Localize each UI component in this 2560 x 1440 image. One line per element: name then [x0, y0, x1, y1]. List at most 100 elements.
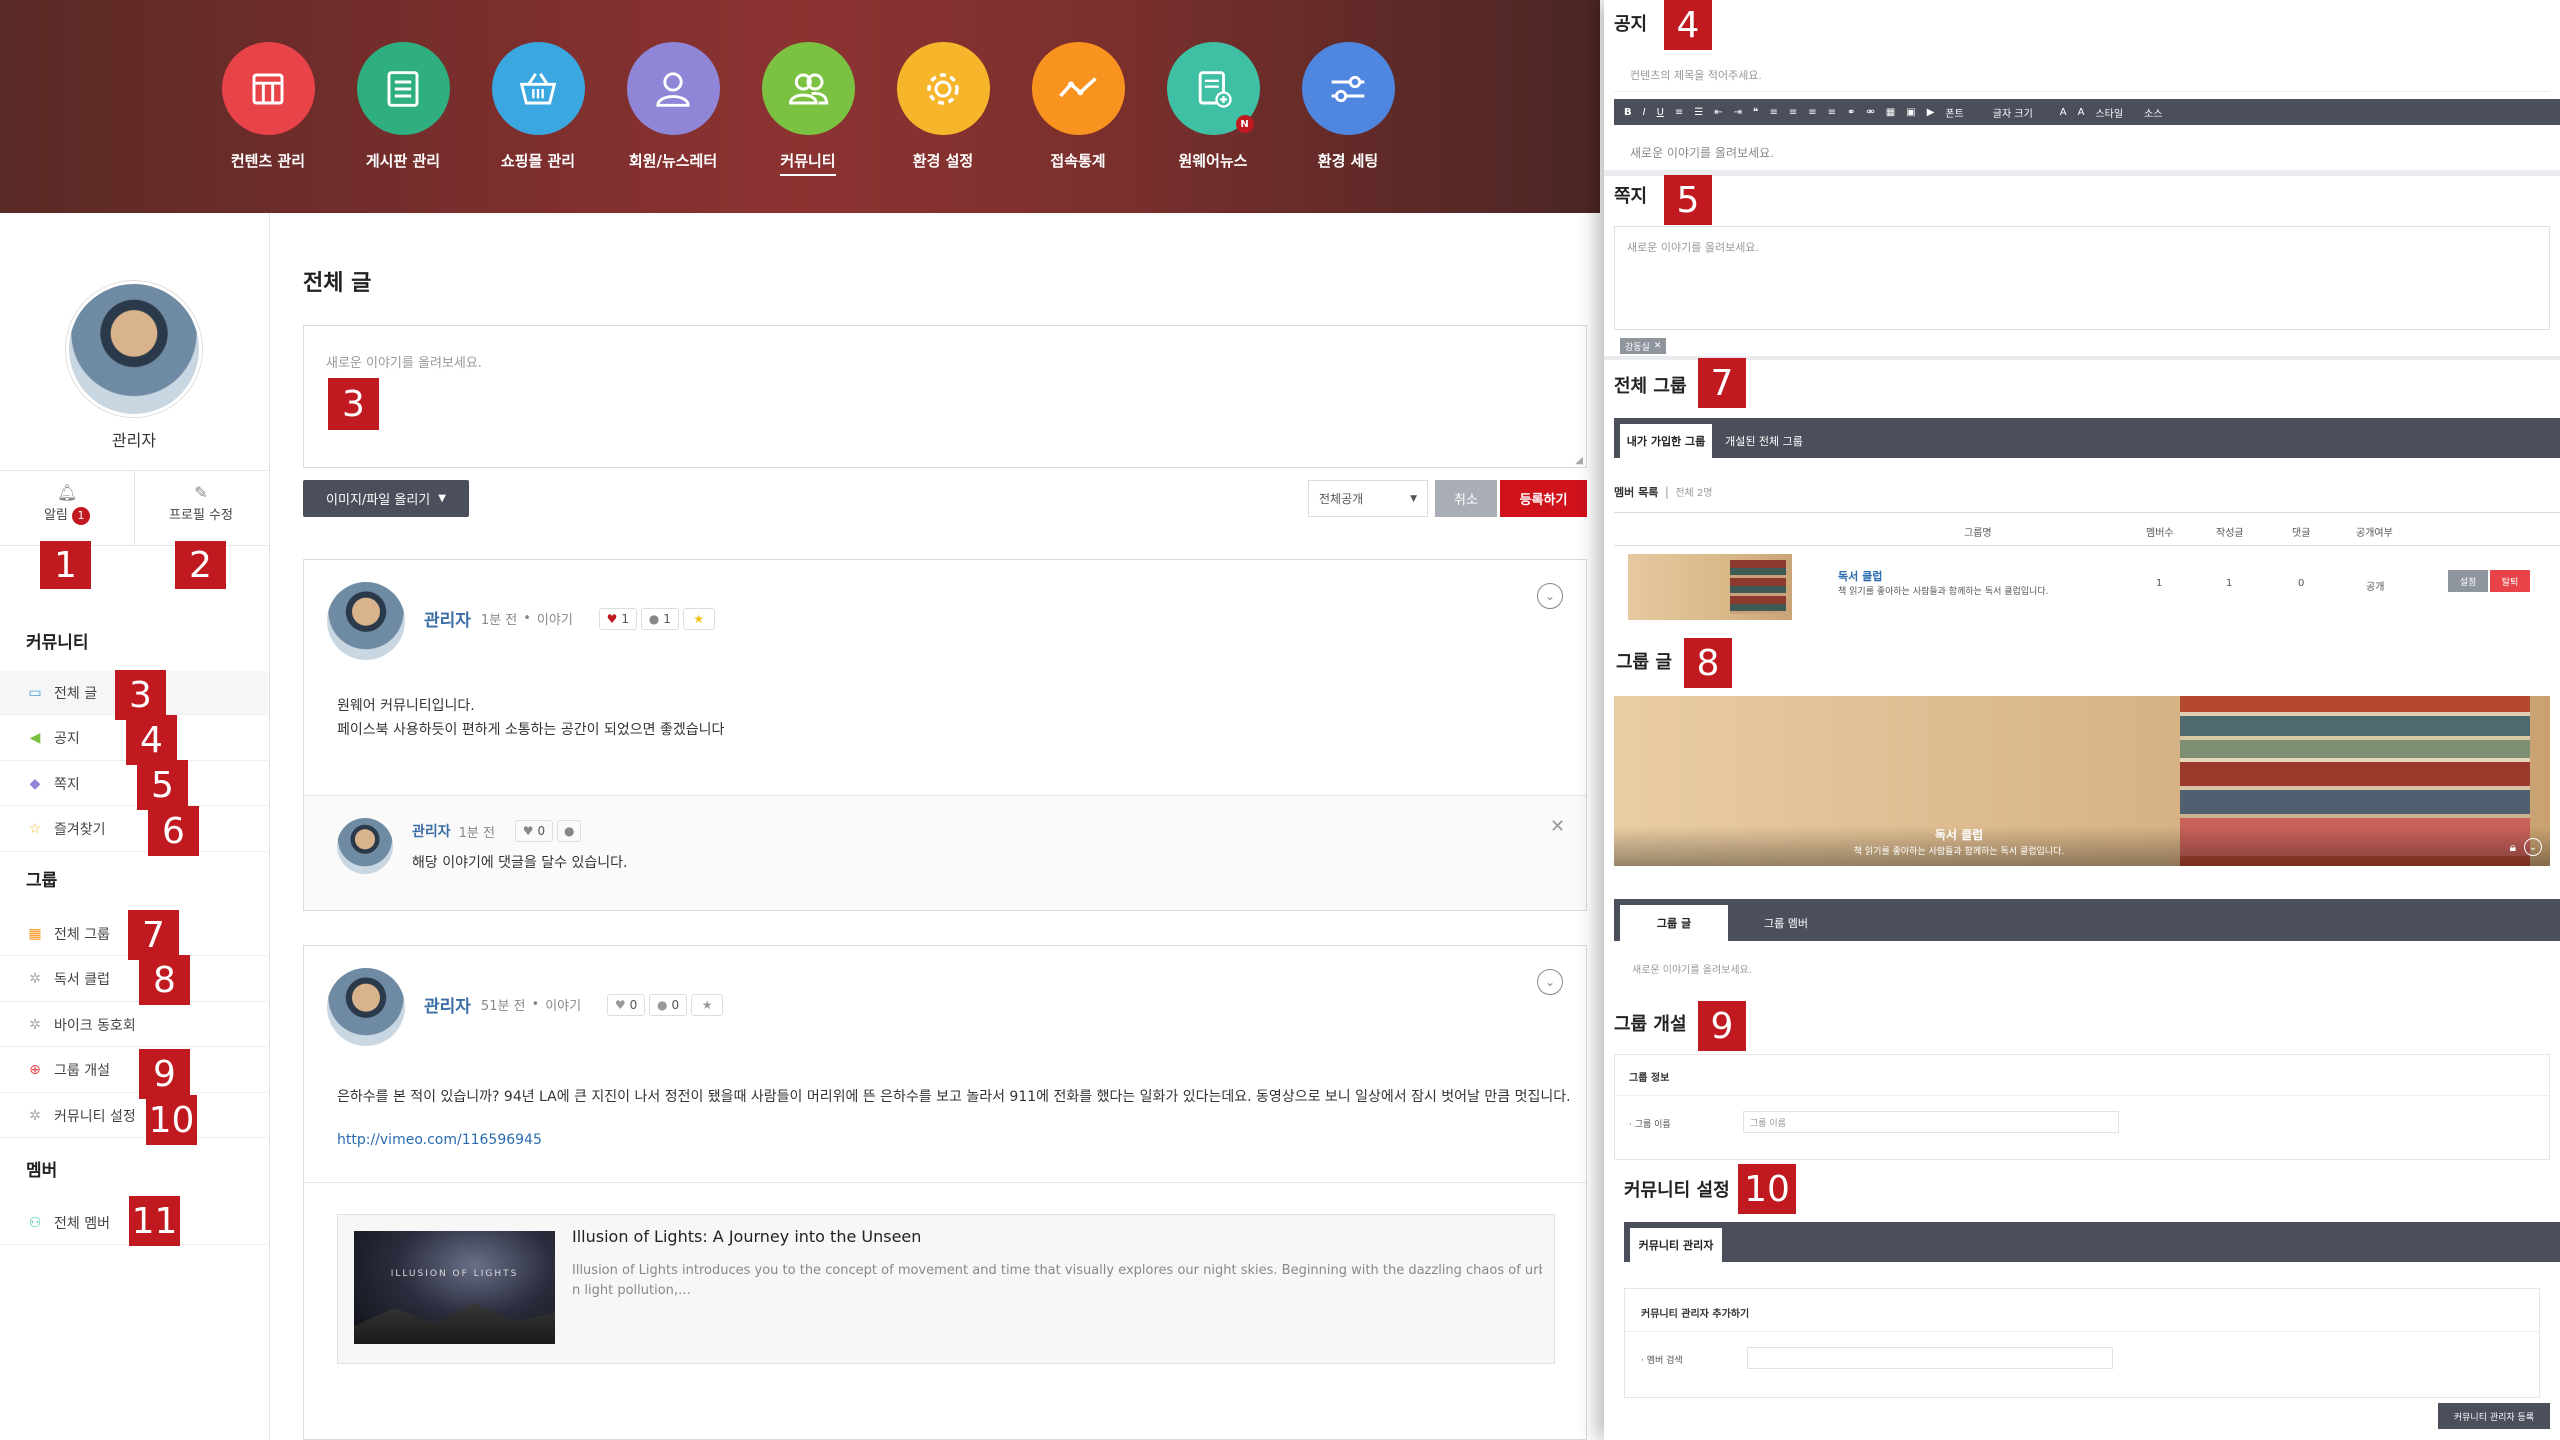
- sidebar-item-label: 공지: [54, 731, 80, 747]
- tab-all-groups[interactable]: 개설된 전체 그룹: [1714, 424, 1814, 458]
- table-icon[interactable]: ▦: [1886, 107, 1895, 118]
- col-members: 멤버수: [2146, 528, 2174, 539]
- compose-box[interactable]: 새로운 이야기를 올려보세요. ◢: [303, 325, 1587, 468]
- author-avatar[interactable]: [327, 582, 405, 660]
- justify-icon[interactable]: ≡: [1828, 107, 1836, 118]
- bullet-list-icon[interactable]: ☰: [1694, 107, 1703, 118]
- group-name-link[interactable]: 독서 클럽: [1838, 568, 1882, 584]
- member-search-input[interactable]: [1747, 1347, 2113, 1369]
- tab-group-members[interactable]: 그룹 멤버: [1732, 905, 1840, 941]
- bold-icon[interactable]: B: [1624, 107, 1632, 118]
- like-button[interactable]: ♥ 0: [607, 993, 646, 1016]
- sidebar-item[interactable]: ◆ 쪽지: [0, 762, 268, 806]
- reply-comment-button[interactable]: ●: [556, 820, 582, 842]
- message-textarea[interactable]: 새로운 이야기를 올려보세요.: [1614, 226, 2550, 330]
- edit-profile-button[interactable]: ✎ 프로필 수정: [134, 483, 268, 543]
- tab-community-admin[interactable]: 커뮤니티 관리자: [1630, 1228, 1722, 1262]
- sidebar-item[interactable]: ⊕ 그룹 개설: [0, 1049, 268, 1093]
- align-left-icon[interactable]: ≡: [1769, 107, 1777, 118]
- sidebar-item[interactable]: ✲ 바이크 동호회: [0, 1003, 268, 1047]
- tab-group-posts[interactable]: 그룹 글: [1620, 905, 1728, 941]
- image-icon[interactable]: ▣: [1906, 107, 1915, 118]
- group-name-input[interactable]: 그룹 이름: [1743, 1111, 2119, 1133]
- topnav-item[interactable]: 커뮤니티: [748, 42, 868, 176]
- gear-small-icon: ✲: [29, 971, 41, 987]
- topnav-item[interactable]: 게시판 관리: [343, 42, 463, 171]
- topnav-item[interactable]: 컨텐츠 관리: [208, 42, 328, 171]
- align-center-icon[interactable]: ≡: [1789, 107, 1797, 118]
- list-count: 전체 2명: [1675, 488, 1713, 499]
- visibility-select[interactable]: 전체공개 ▼: [1308, 480, 1428, 517]
- outdent-icon[interactable]: ⇤: [1714, 107, 1722, 118]
- speech-icon: ▭: [28, 684, 42, 701]
- topnav-item[interactable]: 환경 세팅: [1288, 42, 1408, 171]
- lock-icon[interactable]: 🔒︎: [2510, 840, 2516, 855]
- toolbar-style[interactable]: 스타일: [2095, 105, 2123, 120]
- reply-author[interactable]: 관리자: [412, 821, 451, 841]
- close-icon[interactable]: ✕: [1654, 341, 1662, 351]
- unlink-icon[interactable]: ⚮: [1866, 107, 1874, 118]
- topnav-item[interactable]: 쇼핑몰 관리: [478, 42, 598, 171]
- bookmark-button[interactable]: ★: [691, 993, 724, 1016]
- text-color-icon[interactable]: A: [2060, 107, 2067, 118]
- toolbar-source[interactable]: 소스: [2144, 105, 2162, 120]
- sidebar-item[interactable]: ☆ 즐겨찾기: [0, 808, 268, 852]
- recipient-tag-label: 강동실: [1625, 342, 1650, 353]
- post-link[interactable]: http://vimeo.com/116596945: [337, 1132, 542, 1148]
- close-icon[interactable]: ✕: [1550, 816, 1565, 837]
- group-banner: 독서 클럽 책 읽기를 좋아하는 사람들과 함께하는 독서 클럽입니다. 🔒︎ …: [1614, 696, 2550, 866]
- link-embed[interactable]: ILLUSION OF LIGHTS Illusion of Lights: A…: [337, 1214, 1555, 1364]
- group-settings-button[interactable]: 설정: [2448, 570, 2488, 592]
- col-posts: 작성글: [2216, 528, 2244, 539]
- reply-like-button[interactable]: ♥ 0: [514, 820, 553, 842]
- submit-button[interactable]: 등록하기: [1500, 480, 1587, 517]
- topnav-item[interactable]: 환경 설정: [883, 42, 1003, 171]
- topnav-label: 원웨어뉴스: [1178, 152, 1248, 170]
- bookmark-button[interactable]: ★: [682, 607, 715, 630]
- sidebar-item-label: 커뮤니티 설정: [54, 1108, 136, 1125]
- post-options-icon[interactable]: ⌄: [1537, 583, 1563, 609]
- align-right-icon[interactable]: ≡: [1808, 107, 1816, 118]
- profile-avatar[interactable]: [66, 281, 202, 417]
- bg-color-icon[interactable]: A: [2078, 107, 2085, 118]
- ordered-list-icon[interactable]: ≡: [1675, 107, 1683, 118]
- topnav-item[interactable]: N 원웨어뉴스: [1153, 42, 1273, 171]
- video-icon[interactable]: ▶: [1927, 107, 1935, 118]
- quote-icon[interactable]: ❝: [1753, 107, 1758, 118]
- notice-body-placeholder[interactable]: 새로운 이야기를 올려보세요.: [1630, 144, 1774, 161]
- sidebar-item[interactable]: ✲ 커뮤니티 설정: [0, 1094, 268, 1138]
- tab-my-groups[interactable]: 내가 가입한 그룹: [1620, 424, 1712, 458]
- register-admin-button[interactable]: 커뮤니티 관리자 등록: [2438, 1403, 2550, 1429]
- comment-button[interactable]: ● 1: [640, 607, 679, 630]
- post-time: 51분 전: [480, 999, 526, 1014]
- underline-icon[interactable]: U: [1657, 107, 1664, 118]
- link-icon[interactable]: ⚭: [1847, 107, 1855, 118]
- sidebar-item[interactable]: ✲ 독서 클럽: [0, 958, 268, 1002]
- italic-icon[interactable]: I: [1643, 107, 1646, 118]
- toolbar-size[interactable]: 글자 크기: [1993, 105, 2033, 120]
- upload-button[interactable]: 이미지/파일 올리기 ▼: [303, 480, 469, 517]
- indent-icon[interactable]: ⇥: [1734, 107, 1742, 118]
- author-name[interactable]: 관리자: [424, 606, 471, 631]
- list-label: 멤버 목록: [1614, 486, 1659, 499]
- group-leave-button[interactable]: 탈퇴: [2490, 570, 2530, 592]
- post-options-icon[interactable]: ⌄: [1537, 969, 1563, 995]
- group-posts-card: 그룹 글 독서 클럽 책 읽기를 좋아하는 사람들과 함께하는 독서 클럽입니다…: [1604, 638, 2560, 996]
- reply-avatar[interactable]: [337, 818, 393, 874]
- topnav-item[interactable]: 접속통계: [1018, 42, 1138, 171]
- group-compose-placeholder[interactable]: 새로운 이야기를 올려보세요.: [1632, 961, 1752, 976]
- author-avatar[interactable]: [327, 968, 405, 1046]
- like-button[interactable]: ♥ 1: [598, 607, 637, 630]
- comment-button[interactable]: ● 0: [649, 993, 688, 1016]
- notice-title-input[interactable]: 컨텐츠의 제목을 적어주세요.: [1614, 58, 2550, 92]
- message-card: 쪽지 새로운 이야기를 올려보세요. 강동실 ✕: [1604, 176, 2560, 356]
- group-banner-desc: 책 읽기를 좋아하는 사람들과 함께하는 독서 클럽입니다.: [1853, 847, 2065, 857]
- toolbar-font[interactable]: 폰트: [1945, 105, 1963, 120]
- star-icon: ★: [693, 611, 705, 626]
- author-name[interactable]: 관리자: [424, 992, 471, 1017]
- chevron-down-icon[interactable]: ⌄: [2524, 838, 2542, 856]
- cancel-button[interactable]: 취소: [1435, 480, 1497, 517]
- recipient-tag[interactable]: 강동실 ✕: [1620, 338, 1667, 354]
- alert-button[interactable]: 🔔︎ 알림 1: [0, 483, 134, 543]
- topnav-item[interactable]: 회원/뉴스레터: [613, 42, 733, 171]
